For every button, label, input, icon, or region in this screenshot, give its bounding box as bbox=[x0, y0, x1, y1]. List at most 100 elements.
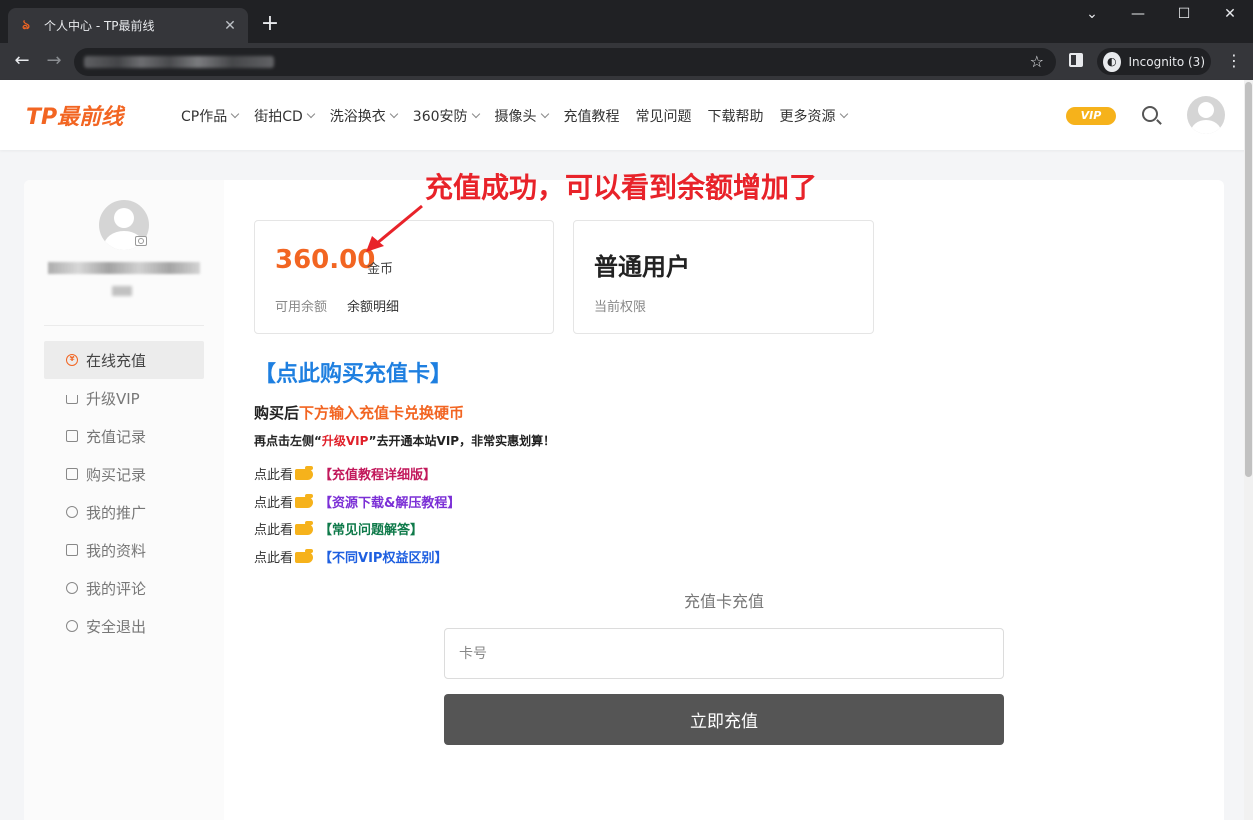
recharge-submit-button[interactable]: 立即充值 bbox=[444, 694, 1004, 745]
promo-line-2: 再点击左侧“升级VIP”去开通本站VIP，非常实惠划算！ bbox=[254, 432, 555, 449]
chevron-down-icon bbox=[306, 109, 316, 119]
sidebar-item[interactable]: 我的推广 bbox=[44, 493, 204, 531]
sidebar-item[interactable]: 我的资料 bbox=[44, 531, 204, 569]
nav-item-label: 摄像头 bbox=[494, 109, 537, 125]
nav-item[interactable]: 洗浴换衣 bbox=[329, 106, 399, 126]
sidebar-item[interactable]: 我的评论 bbox=[44, 569, 204, 607]
scrollbar-thumb[interactable] bbox=[1245, 82, 1252, 477]
tutorial-link[interactable]: 【常见问题解答】 bbox=[319, 519, 423, 538]
avatar-head bbox=[1198, 102, 1214, 118]
sidebar-item-label: 升级VIP bbox=[86, 389, 140, 408]
sidebar-item[interactable]: 安全退出 bbox=[44, 607, 204, 645]
blurred-username bbox=[48, 262, 200, 274]
chevron-down-icon[interactable]: ⌄ bbox=[1082, 6, 1102, 22]
nav-item-label: 常见问题 bbox=[635, 109, 692, 125]
sidebar-item[interactable]: 购买记录 bbox=[44, 455, 204, 493]
role-label: 当前权限 bbox=[594, 300, 647, 315]
url-input[interactable]: ☆ bbox=[74, 48, 1056, 76]
nav-item-label: 更多资源 bbox=[779, 109, 836, 125]
see-label: 点此看 bbox=[254, 523, 294, 538]
back-icon[interactable]: ← bbox=[10, 49, 34, 73]
sidebar-item-label: 我的资料 bbox=[86, 541, 147, 560]
tutorial-link[interactable]: 【不同VIP权益区别】 bbox=[319, 547, 447, 566]
main-nav: CP作品 街拍CD 洗浴换衣 360安防 摄像头 充值教程 常见问题 下载帮助 更多资源 bbox=[181, 106, 848, 126]
see-label: 点此看 bbox=[254, 496, 294, 511]
sidebar-item[interactable]: 充值记录 bbox=[44, 417, 204, 455]
chevron-down-icon bbox=[471, 109, 480, 119]
tutorial-link[interactable]: 【资源下载&解压教程】 bbox=[319, 492, 460, 511]
close-tab-icon[interactable]: ✕ bbox=[222, 18, 238, 34]
nav-item[interactable]: 更多资源 bbox=[779, 106, 848, 126]
sidebar-item-label: 安全退出 bbox=[86, 617, 147, 636]
chevron-down-icon bbox=[839, 109, 848, 119]
nav-item[interactable]: 街拍CD bbox=[254, 106, 316, 126]
bookmark-star-icon[interactable]: ☆ bbox=[1030, 52, 1044, 71]
sidebar-menu: ¥ 在线充值升级VIP 充值记录购买记录我的推广我的资料我的评论安全退出 bbox=[44, 341, 204, 645]
blurred-username-tail bbox=[112, 286, 132, 296]
nav-item[interactable]: 充值教程 bbox=[564, 106, 620, 126]
nav-item-label: 下载帮助 bbox=[707, 109, 764, 125]
sidebar-item-label: 在线充值 bbox=[86, 351, 147, 370]
blurred-url bbox=[84, 56, 274, 68]
nav-item[interactable]: 下载帮助 bbox=[708, 106, 764, 126]
annotation-text: 充值成功，可以看到余额增加了 bbox=[425, 171, 818, 204]
share-icon bbox=[66, 506, 78, 518]
nav-item-label: 街拍CD bbox=[254, 109, 303, 125]
incognito-icon: ◐ bbox=[1103, 51, 1121, 72]
nav-item-label: 洗浴换衣 bbox=[329, 109, 386, 125]
incognito-badge[interactable]: ◐ Incognito (3) bbox=[1097, 48, 1211, 75]
tutorial-link-row: 点此看 【资源下载&解压教程】 bbox=[254, 492, 460, 511]
sidebar-item[interactable]: 升级VIP bbox=[44, 379, 204, 417]
nav-item[interactable]: 常见问题 bbox=[636, 106, 692, 126]
wallet-icon bbox=[66, 430, 78, 442]
avatar-head bbox=[114, 208, 134, 228]
nav-item[interactable]: CP作品 bbox=[181, 106, 240, 126]
pointing-hand-icon bbox=[295, 521, 314, 535]
vip-badge[interactable]: VIP bbox=[1066, 107, 1116, 125]
pointing-hand-icon bbox=[295, 549, 314, 563]
sidebar-divider bbox=[44, 325, 204, 326]
close-window-icon[interactable]: ✕ bbox=[1220, 6, 1240, 22]
comment-icon bbox=[66, 582, 78, 594]
role-card: 普通用户 当前权限 bbox=[573, 220, 874, 334]
promo-line-2-b: 升级VIP bbox=[321, 434, 369, 448]
site-logo[interactable]: TP最前线 bbox=[26, 99, 123, 131]
incognito-label: Incognito (3) bbox=[1128, 54, 1206, 69]
power-icon bbox=[66, 620, 78, 632]
maximize-icon[interactable]: ☐ bbox=[1174, 6, 1194, 22]
promo-line-1-b: 下方输入充值卡兑换硬币 bbox=[299, 404, 465, 422]
annotation-arrow-icon bbox=[366, 204, 423, 252]
nav-item-label: 360安防 bbox=[412, 109, 468, 125]
see-label: 点此看 bbox=[254, 468, 294, 483]
more-menu-icon[interactable]: ⋮ bbox=[1226, 50, 1242, 72]
balance-label: 可用余额 bbox=[275, 300, 328, 315]
id-card-icon bbox=[66, 544, 78, 556]
site-header: TP最前线 CP作品 街拍CD 洗浴换衣 360安防 摄像头 充值教程 常见问题 下载帮助 更多… bbox=[0, 80, 1253, 150]
nav-item[interactable]: 360安防 bbox=[412, 106, 480, 126]
minimize-icon[interactable]: — bbox=[1128, 6, 1148, 22]
chevron-down-icon bbox=[230, 109, 240, 119]
browser-tab[interactable]: ঌ 个人中心 - TP最前线 ✕ bbox=[8, 8, 248, 43]
sidebar-item[interactable]: ¥ 在线充值 bbox=[44, 341, 204, 379]
sidebar-item-label: 充值记录 bbox=[86, 427, 147, 446]
new-tab-icon[interactable]: + bbox=[258, 12, 282, 36]
card-number-input[interactable] bbox=[444, 628, 1004, 679]
tutorial-link-row: 点此看 【充值教程详细版】 bbox=[254, 464, 436, 483]
site-favicon-icon: ঌ bbox=[22, 17, 30, 33]
avatar-body bbox=[1191, 120, 1221, 134]
sidebar-item-label: 购买记录 bbox=[86, 465, 147, 484]
camera-icon[interactable] bbox=[135, 236, 147, 246]
pointing-hand-icon bbox=[295, 494, 314, 508]
nav-item[interactable]: 摄像头 bbox=[494, 106, 549, 126]
user-avatar[interactable] bbox=[1187, 96, 1225, 134]
promo-line-2-a: 再点击左侧“ bbox=[254, 434, 322, 448]
forward-icon[interactable]: → bbox=[42, 49, 66, 73]
tutorial-link-row: 点此看 【不同VIP权益区别】 bbox=[254, 547, 447, 566]
chevron-down-icon bbox=[540, 109, 549, 119]
side-panel-icon[interactable] bbox=[1069, 53, 1083, 67]
balance-detail-link[interactable]: 余额明细 bbox=[347, 296, 399, 315]
role-name: 普通用户 bbox=[594, 253, 690, 281]
tutorial-link[interactable]: 【充值教程详细版】 bbox=[319, 464, 436, 483]
buy-card-link[interactable]: 【点此购买充值卡】 bbox=[254, 356, 452, 388]
search-icon[interactable] bbox=[1142, 106, 1158, 122]
